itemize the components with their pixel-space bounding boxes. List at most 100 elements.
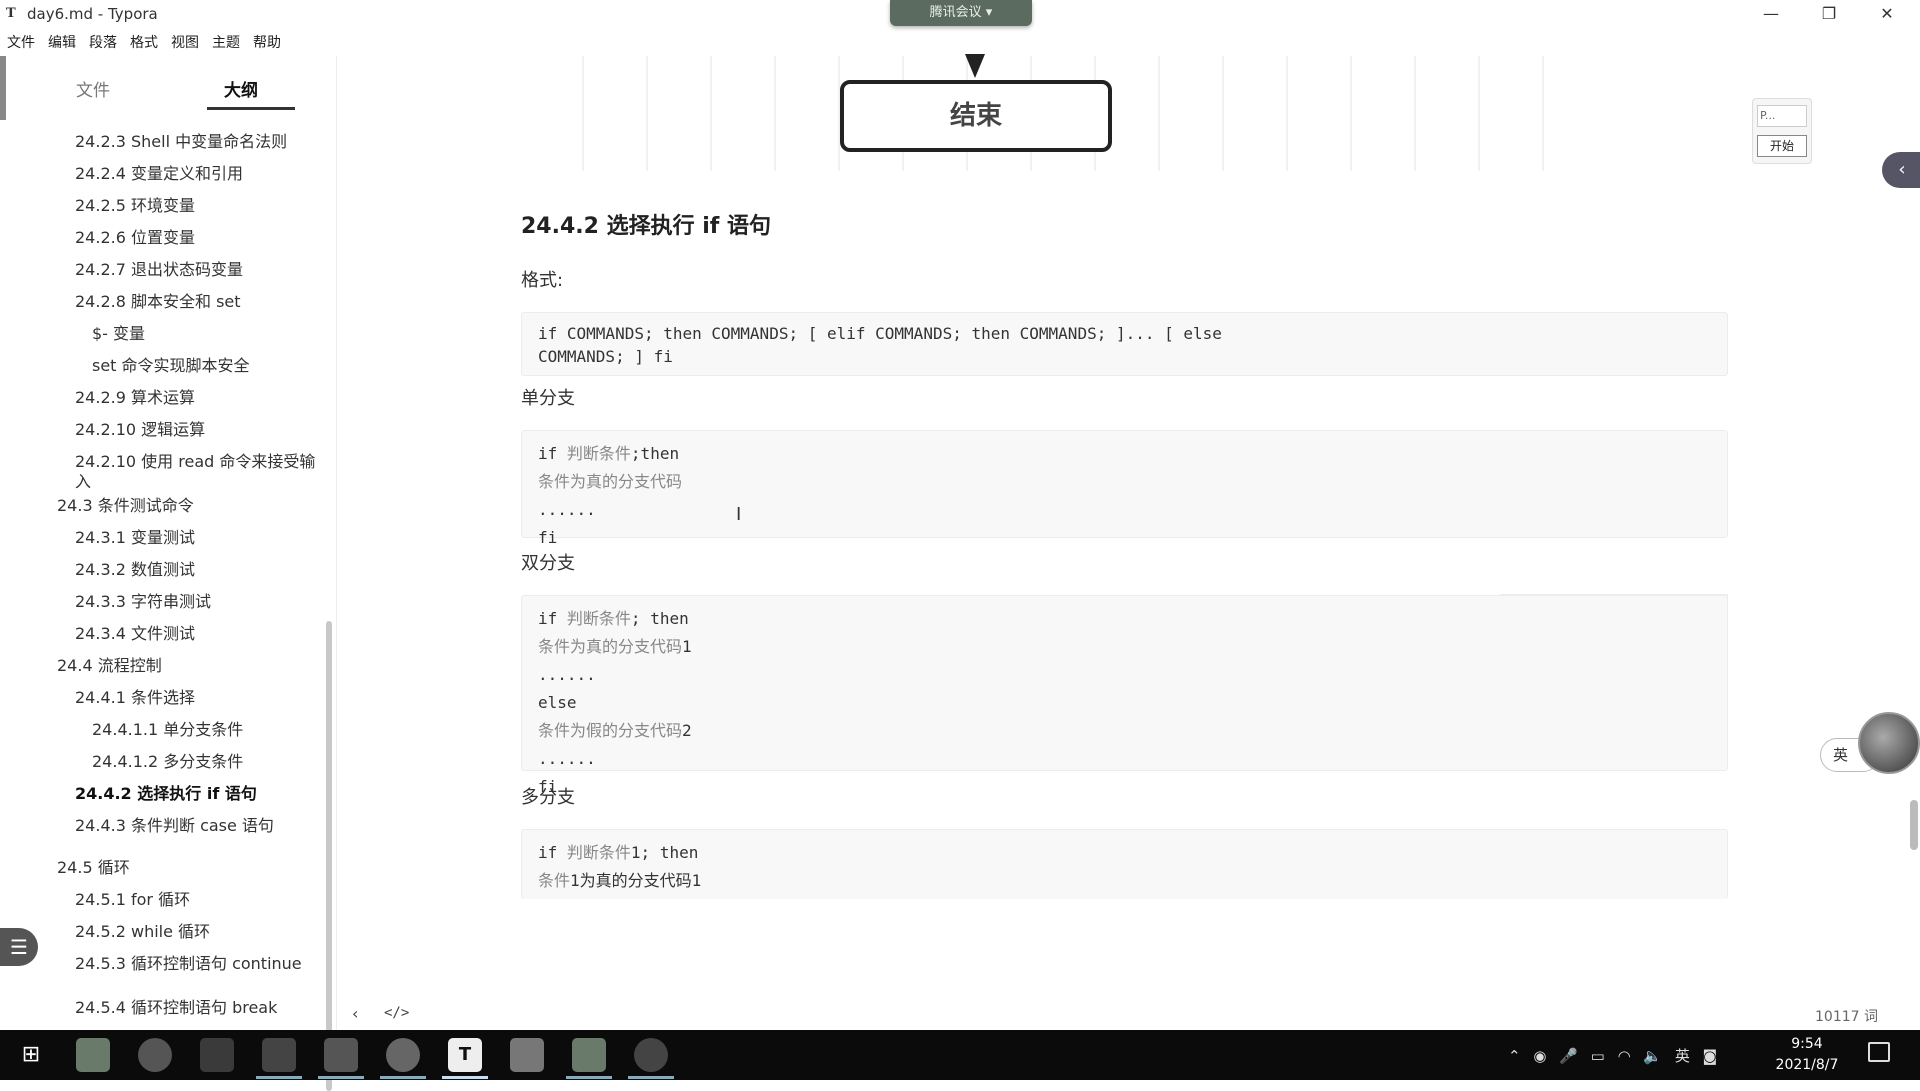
source-code-mode-icon[interactable]: </> <box>384 1005 409 1021</box>
notification-icon[interactable] <box>1868 1042 1890 1062</box>
outline-item[interactable]: 24.2.9 算术运算 <box>75 388 330 408</box>
code-token: 条件为假的分支代码 <box>538 721 683 740</box>
outline-item[interactable]: 24.3.2 数值测试 <box>75 560 330 580</box>
outline-item[interactable]: 24.4.1.2 多分支条件 <box>92 752 322 772</box>
status-bar: ‹ </> 10117 词 <box>340 1000 1920 1030</box>
app-thumbnail-icon[interactable] <box>572 1038 606 1072</box>
code-token: 判断条件 <box>566 444 631 463</box>
outline-scrollbar[interactable] <box>326 621 332 1091</box>
code-line: if 判断条件; then <box>538 605 1711 633</box>
code-line: fi <box>538 773 1711 801</box>
window-title: day6.md - Typora <box>27 5 158 23</box>
multi-branch-label: 多分支 <box>521 787 575 808</box>
double-branch-label: 双分支 <box>521 553 575 574</box>
outline-item[interactable]: 24.2.6 位置变量 <box>75 228 330 248</box>
single-branch-label: 单分支 <box>521 388 575 409</box>
sidebar-accent <box>0 56 6 120</box>
tab-outline[interactable]: 大纲 <box>224 76 258 101</box>
menu-view[interactable]: 视图 <box>164 30 205 52</box>
active-indicator <box>628 1076 674 1079</box>
outline-item[interactable]: 24.2.4 变量定义和引用 <box>75 164 330 184</box>
browser-icon[interactable] <box>138 1038 172 1072</box>
menu-format[interactable]: 格式 <box>123 30 164 52</box>
outline-item[interactable]: 24.4.1 条件选择 <box>75 688 330 708</box>
code-line: 条件为真的分支代码 <box>538 468 1711 496</box>
outline-item[interactable]: set 命令实现脚本安全 <box>92 356 322 376</box>
windows-start-icon[interactable]: ⊞ <box>14 1038 48 1072</box>
virtual-machine-icon[interactable] <box>262 1038 296 1072</box>
outline-item[interactable]: 24.5.4 循环控制语句 break <box>75 998 330 1018</box>
outline-item[interactable]: 24.3.4 文件测试 <box>75 624 330 644</box>
code-token: 判断条件 <box>566 843 631 862</box>
word-count[interactable]: 10117 词 <box>1815 1006 1878 1026</box>
app-thumbnail-icon[interactable] <box>76 1038 110 1072</box>
clock-date[interactable]: 2021/8/7 <box>1768 1057 1846 1073</box>
outline-item[interactable]: 24.3.1 变量测试 <box>75 528 330 548</box>
editor[interactable]: 结束 24.4.2 选择执行 if 语句 格式: if COMMANDS; th… <box>340 54 1920 1030</box>
active-indicator <box>318 1076 364 1079</box>
clock-time[interactable]: 9:54 <box>1774 1036 1840 1052</box>
collapse-panel-icon[interactable]: ‹ <box>1882 152 1920 188</box>
code-token: 1 <box>682 637 692 656</box>
outline-item[interactable]: 24.4.1.1 单分支条件 <box>92 720 322 740</box>
code-token: 1为真的分支代码1 <box>570 871 702 890</box>
outline-item[interactable]: 24.2.8 脚本安全和 set <box>75 292 330 312</box>
menu-edit[interactable]: 编辑 <box>41 30 82 52</box>
title-bar: T day6.md - Typora 腾讯会议 ▾ — ❐ ✕ <box>0 0 1920 28</box>
code-token: 条件为真的分支代码 <box>538 637 683 656</box>
menu-help[interactable]: 帮助 <box>246 30 287 52</box>
outline-item[interactable]: 24.2.10 使用 read 命令来接受输入 <box>75 452 330 492</box>
outline-item[interactable]: 24.5.2 while 循环 <box>75 922 330 942</box>
wechat-icon[interactable] <box>200 1038 234 1072</box>
tab-files[interactable]: 文件 <box>76 76 110 101</box>
outline-item[interactable]: 24.4.2 选择执行 if 语句 <box>75 784 330 804</box>
maximize-button[interactable]: ❐ <box>1806 2 1852 26</box>
outline-item[interactable]: 24.4 流程控制 <box>57 656 312 676</box>
system-tray[interactable]: ⌃ ◉ 🎤 ▭ ◠ 🔈 英 ◙ <box>1508 1045 1721 1066</box>
single-branch-code-block[interactable]: if 判断条件;then 条件为真的分支代码...... fi <box>521 430 1728 547</box>
menu-file[interactable]: 文件 <box>0 30 41 52</box>
tencent-meeting-pill[interactable]: 腾讯会议 ▾ <box>890 0 1032 26</box>
folder-icon[interactable] <box>510 1038 544 1072</box>
outline-item[interactable]: 24.3 条件测试命令 <box>57 496 312 516</box>
code-line: fi <box>538 524 1711 552</box>
outline-item[interactable]: $- 变量 <box>92 324 322 344</box>
meeting-app-icon[interactable] <box>634 1038 668 1072</box>
format-label: 格式: <box>521 270 564 291</box>
start-button[interactable]: 开始 <box>1757 135 1807 157</box>
active-indicator <box>380 1076 426 1079</box>
netease-music-icon[interactable] <box>386 1038 420 1072</box>
typora-icon[interactable]: T <box>448 1038 482 1072</box>
minimize-button[interactable]: — <box>1748 2 1794 26</box>
outline-item[interactable]: 24.2.5 环境变量 <box>75 196 330 216</box>
outline-item[interactable]: 24.5 循环 <box>57 858 312 878</box>
editor-scrollbar[interactable] <box>1910 800 1918 850</box>
multi-branch-code-block[interactable]: if 判断条件1; then 条件1为真的分支代码1 <box>521 829 1728 899</box>
code-line: ...... <box>538 745 1711 773</box>
flowchart-end-node: 结束 <box>840 80 1112 152</box>
format-code-block[interactable]: if COMMANDS; then COMMANDS; [ elif COMMA… <box>521 312 1728 376</box>
outline-item[interactable]: 24.2.3 Shell 中变量命名法则 <box>75 132 330 152</box>
active-tab-indicator <box>207 107 295 110</box>
outline-item[interactable]: 24.5.1 for 循环 <box>75 890 330 910</box>
outline-item[interactable]: 24.4.3 条件判断 case 语句 <box>75 816 330 836</box>
taskbar: ⊞ T ⌃ ◉ 🎤 ▭ ◠ 🔈 英 ◙ 9:54 2021/8/7 <box>0 1030 1920 1080</box>
photos-icon[interactable] <box>324 1038 358 1072</box>
mini-toolbar-input[interactable]: P... <box>1757 105 1807 127</box>
code-token: ; then <box>630 609 689 628</box>
code-line: COMMANDS; ] fi <box>538 347 673 366</box>
outline-item[interactable]: 24.2.7 退出状态码变量 <box>75 260 330 280</box>
outline-item[interactable]: 24.3.3 字符串测试 <box>75 592 330 612</box>
code-token: 2 <box>682 721 692 740</box>
menu-paragraph[interactable]: 段落 <box>82 30 123 52</box>
double-branch-code-block[interactable]: if 判断条件; then 条件为真的分支代码1...... else 条件为假的分支… <box>521 595 1728 796</box>
outline-toggle-icon[interactable]: ☰ <box>0 928 38 966</box>
menu-theme[interactable]: 主题 <box>205 30 246 52</box>
outline-item[interactable]: 24.5.3 循环控制语句 continue <box>75 954 330 974</box>
section-heading: 24.4.2 选择执行 if 语句 <box>521 214 772 239</box>
code-line: if 判断条件;then <box>538 440 1711 468</box>
chevron-left-icon[interactable]: ‹ <box>352 1004 358 1023</box>
avatar[interactable] <box>1858 712 1920 774</box>
close-button[interactable]: ✕ <box>1864 2 1910 26</box>
outline-item[interactable]: 24.2.10 逻辑运算 <box>75 420 330 440</box>
